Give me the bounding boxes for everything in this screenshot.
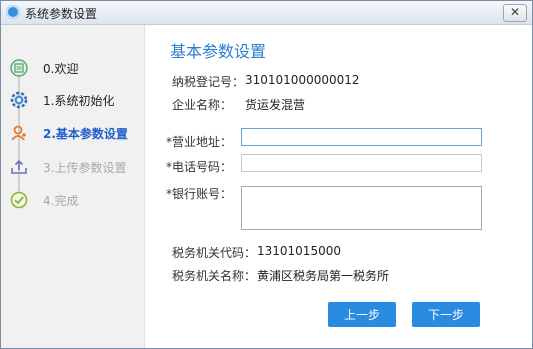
gear-icon xyxy=(10,91,28,109)
tax-office-code-value: 13101015000 xyxy=(257,244,341,258)
phone-input[interactable] xyxy=(241,154,482,172)
user-icon xyxy=(11,125,26,141)
close-button[interactable]: ✕ xyxy=(503,4,527,22)
taxpayer-id-label: 纳税登记号： xyxy=(172,75,245,89)
check-icon xyxy=(10,191,28,209)
step-finish: 4.完成 xyxy=(1,188,144,212)
step-label-finish: 4.完成 xyxy=(43,194,79,208)
prev-step-button[interactable]: 上一步 xyxy=(328,302,396,327)
wizard-sidebar: 0.欢迎 1.系统初始化 2.基本参数设置 3.上传参数设置 4.完成 xyxy=(1,25,145,348)
phone-label: *电话号码： xyxy=(166,160,233,174)
upload-icon xyxy=(11,159,27,174)
welcome-icon xyxy=(10,59,28,77)
taxpayer-id-value: 310101000000012 xyxy=(245,73,360,87)
business-address-input[interactable] xyxy=(241,128,482,146)
main-panel: 基本参数设置 纳税登记号： 310101000000012 企业名称： 货运发混… xyxy=(145,25,532,348)
step-welcome: 0.欢迎 xyxy=(1,56,144,80)
settings-window: 系统参数设置 ✕ 0.欢迎 1.系统初始化 2.基本参数设置 3.上传参数设置 … xyxy=(0,0,533,349)
bank-account-label: *银行账号： xyxy=(166,187,233,201)
title-bar: 系统参数设置 ✕ xyxy=(1,1,532,25)
step-label-welcome: 0.欢迎 xyxy=(43,62,79,76)
step-label-system-init: 1.系统初始化 xyxy=(43,94,115,108)
tax-office-code-label: 税务机关代码： xyxy=(172,246,257,260)
step-system-init: 1.系统初始化 xyxy=(1,88,144,112)
step-label-basic-params: 2.基本参数设置 xyxy=(43,127,128,141)
step-basic-params: 2.基本参数设置 xyxy=(1,121,144,145)
tax-office-name-value: 黄浦区税务局第一税务所 xyxy=(257,269,390,283)
app-icon xyxy=(6,5,20,19)
company-name-value: 货运发混营 xyxy=(245,98,306,112)
window-title: 系统参数设置 xyxy=(25,7,98,21)
company-name-label: 企业名称： xyxy=(172,98,233,112)
business-address-label: *营业地址： xyxy=(166,135,233,149)
page-title: 基本参数设置 xyxy=(170,42,267,61)
tax-office-name-label: 税务机关名称： xyxy=(172,269,257,283)
step-upload-params: 3.上传参数设置 xyxy=(1,155,144,179)
bank-account-textarea[interactable] xyxy=(241,186,482,230)
next-step-button[interactable]: 下一步 xyxy=(412,302,480,327)
step-label-upload-params: 3.上传参数设置 xyxy=(43,161,127,175)
